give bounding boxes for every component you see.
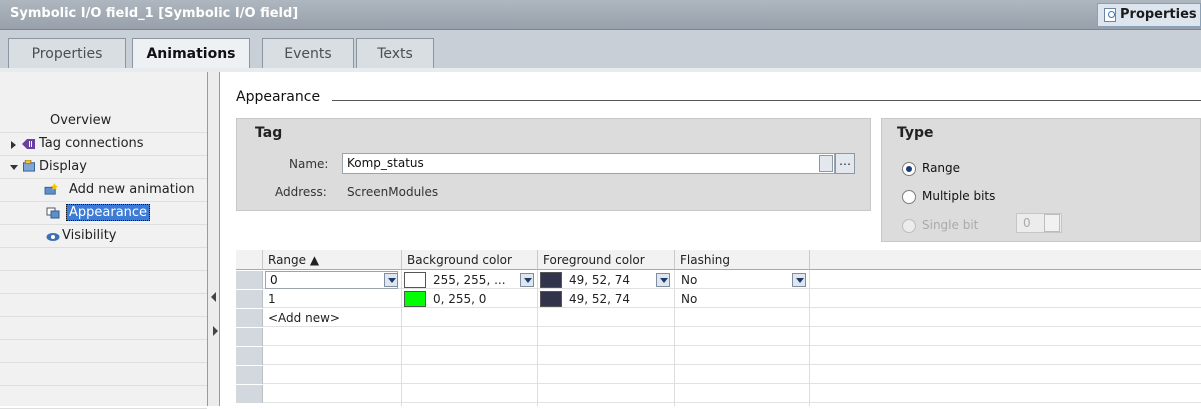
- background-color-value: 255, 255, ...: [433, 273, 506, 287]
- range-cell-input[interactable]: 0: [265, 271, 398, 289]
- collapse-left-icon[interactable]: [211, 292, 216, 302]
- expand-arrow-icon[interactable]: [11, 141, 16, 149]
- tab-texts[interactable]: Texts: [356, 38, 434, 69]
- column-header-background-color[interactable]: Background color: [402, 250, 538, 270]
- background-color-dropdown-icon[interactable]: [520, 273, 534, 287]
- properties-button-label: Properties: [1120, 7, 1197, 22]
- radio-single-bit-label: Single bit: [922, 218, 979, 232]
- background-color-swatch[interactable]: [404, 291, 426, 307]
- nav-tag-connections-label: Tag connections: [39, 136, 144, 151]
- foreground-color-dropdown-icon[interactable]: [656, 273, 670, 287]
- type-group: Type Range Multiple bits Single bit 0: [881, 118, 1201, 242]
- eye-icon: [46, 233, 60, 241]
- tab-properties[interactable]: Properties: [8, 38, 126, 69]
- tab-bar: Properties Animations Events Texts: [0, 30, 1201, 72]
- window-title-bar: Symbolic I/O field_1 [Symbolic I/O field…: [0, 0, 1201, 30]
- tag-browse-list-icon[interactable]: [819, 155, 833, 172]
- collapse-arrow-icon[interactable]: [10, 165, 18, 170]
- section-title: Appearance: [236, 89, 321, 105]
- nav-display-label: Display: [39, 159, 87, 174]
- nav-overview-label: Overview: [50, 113, 112, 128]
- window-title: Symbolic I/O field_1 [Symbolic I/O field…: [10, 6, 299, 21]
- row-selector[interactable]: [236, 271, 263, 289]
- column-header-foreground-color[interactable]: Foreground color: [538, 250, 675, 270]
- type-group-title: Type: [897, 125, 934, 141]
- radio-single-bit[interactable]: [902, 219, 916, 233]
- background-color-swatch[interactable]: [404, 272, 426, 288]
- foreground-color-value: 49, 52, 74: [569, 292, 631, 306]
- add-new-row-label[interactable]: <Add new>: [265, 309, 343, 327]
- nav-item-add-new-animation[interactable]: Add new animation: [0, 179, 207, 202]
- radio-range[interactable]: [902, 162, 916, 176]
- tab-animations[interactable]: Animations: [132, 38, 250, 70]
- pane-splitter[interactable]: [207, 72, 220, 406]
- row-selector[interactable]: [236, 290, 263, 308]
- radio-multiple-bits-label: Multiple bits: [922, 189, 996, 203]
- nav-visibility-label: Visibility: [62, 228, 117, 243]
- flashing-value: No: [681, 273, 698, 287]
- add-animation-icon: [44, 183, 58, 195]
- animation-navigation: Overview Tag connections Display Add new…: [0, 72, 207, 409]
- foreground-color-value: 49, 52, 74: [569, 273, 631, 287]
- foreground-color-swatch[interactable]: [540, 291, 562, 307]
- spinner-arrows-icon[interactable]: [1044, 214, 1060, 232]
- tag-group: Tag Name: Komp_status … Address: ScreenM…: [236, 118, 871, 211]
- radio-multiple-bits[interactable]: [902, 190, 916, 204]
- appearance-table: Range ▲ Background color Foreground colo…: [236, 250, 1201, 406]
- tag-name-input[interactable]: Komp_status: [342, 153, 835, 174]
- section-divider: [332, 100, 1201, 101]
- nav-appearance-label: Appearance: [66, 204, 151, 221]
- nav-item-visibility[interactable]: Visibility: [0, 225, 207, 248]
- column-header-range[interactable]: Range ▲: [263, 250, 402, 270]
- tab-events[interactable]: Events: [262, 38, 354, 69]
- table-row[interactable]: 1 0, 255, 0 49, 52, 74 No: [236, 290, 1201, 308]
- nav-item-overview[interactable]: Overview: [0, 110, 207, 133]
- table-row-add-new[interactable]: <Add new>: [236, 309, 1201, 327]
- tag-connection-icon: [22, 139, 35, 149]
- range-dropdown-icon[interactable]: [384, 273, 398, 287]
- properties-icon: [1104, 8, 1116, 22]
- display-icon: [23, 160, 35, 172]
- radio-range-label: Range: [922, 161, 961, 175]
- tag-group-title: Tag: [255, 125, 283, 141]
- table-row[interactable]: 0 255, 255, ... 49, 52, 74 No: [236, 271, 1201, 289]
- row-selector[interactable]: [236, 309, 263, 327]
- tag-name-label: Name:: [289, 157, 329, 171]
- nav-add-new-animation-label: Add new animation: [69, 182, 195, 197]
- column-header-flashing[interactable]: Flashing: [675, 250, 810, 270]
- expand-right-icon[interactable]: [213, 326, 218, 336]
- nav-item-display[interactable]: Display: [0, 156, 207, 179]
- flashing-value: No: [681, 292, 698, 306]
- background-color-value: 0, 255, 0: [433, 292, 487, 306]
- tag-address-value: ScreenModules: [347, 185, 439, 199]
- properties-button[interactable]: Properties: [1097, 3, 1201, 27]
- flashing-dropdown-icon[interactable]: [792, 273, 806, 287]
- nav-item-appearance[interactable]: Appearance: [0, 202, 207, 225]
- foreground-color-swatch[interactable]: [540, 272, 562, 288]
- appearance-icon: [46, 207, 60, 219]
- range-cell[interactable]: 1: [265, 290, 279, 308]
- tag-ellipsis-button[interactable]: …: [835, 153, 855, 174]
- nav-item-tag-connections[interactable]: Tag connections: [0, 133, 207, 156]
- tag-address-label: Address:: [275, 185, 327, 199]
